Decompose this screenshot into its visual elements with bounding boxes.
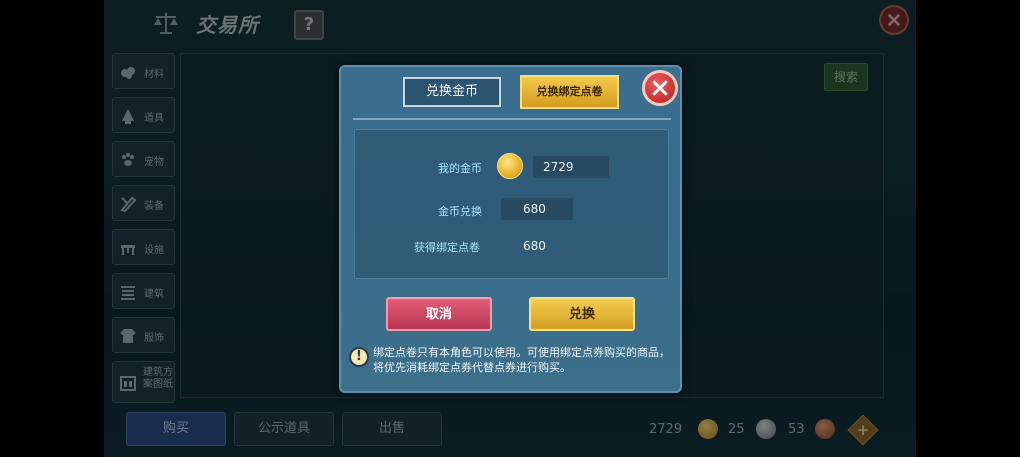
close-icon[interactable] — [642, 70, 678, 106]
tab-exchange-bind-points[interactable]: 兑换绑定点卷 — [520, 75, 619, 109]
my-gold-label: 我的金币 — [438, 162, 482, 175]
notice-text: 绑定点卷只有本角色可以使用。可使用绑定点券购买的商品，将优先消耗绑定点券代替点券… — [373, 346, 670, 374]
obtain-label: 获得绑定点卷 — [414, 241, 480, 254]
warning-icon: ! — [349, 347, 369, 367]
divider — [353, 118, 671, 120]
gold-coin-icon — [497, 153, 523, 179]
exchange-button[interactable]: 兑换 — [529, 297, 635, 331]
obtain-value: 680 — [523, 239, 546, 253]
exchange-amount-label: 金币兑换 — [438, 205, 482, 218]
tab-exchange-gold[interactable]: 兑换金币 — [403, 77, 501, 107]
cancel-button[interactable]: 取消 — [386, 297, 492, 331]
exchange-amount-input[interactable]: 680 — [501, 198, 573, 220]
my-gold-value: 2729 — [533, 156, 609, 178]
exchange-dialog: 兑换金币 兑换绑定点卷 我的金币 2729 金币兑换 680 获得绑定点卷 68… — [339, 65, 682, 393]
